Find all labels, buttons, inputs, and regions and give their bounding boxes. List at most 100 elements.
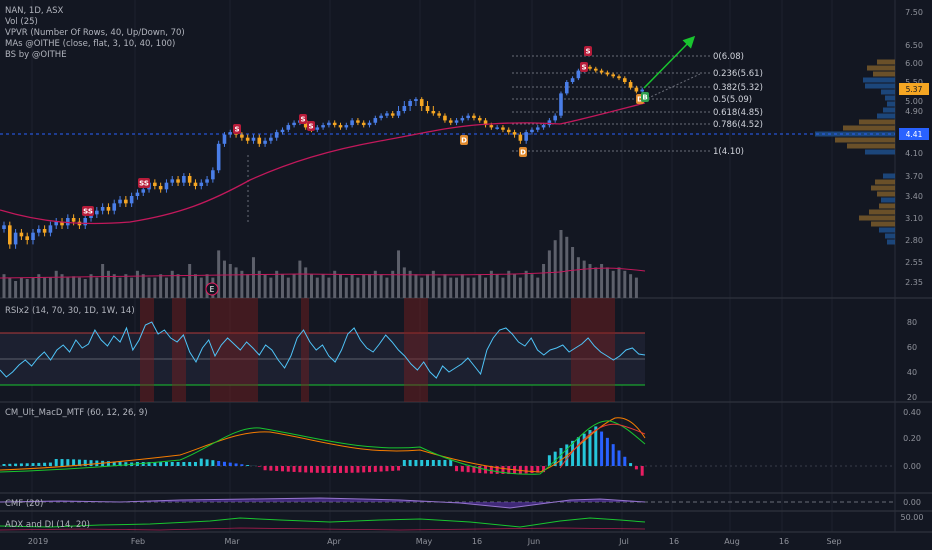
candle-body[interactable]: [141, 189, 146, 193]
candle-body[interactable]: [414, 99, 418, 101]
candle-body[interactable]: [182, 176, 186, 183]
candle-body[interactable]: [240, 134, 244, 138]
candle-body[interactable]: [443, 115, 447, 121]
candle-body[interactable]: [315, 127, 320, 130]
candle-body[interactable]: [617, 76, 621, 79]
candle-body[interactable]: [211, 170, 215, 180]
candle-body[interactable]: [129, 196, 134, 204]
cmf-pane[interactable]: [0, 497, 895, 509]
candle-body[interactable]: [588, 66, 592, 69]
candle-body[interactable]: [506, 129, 511, 133]
candle-body[interactable]: [390, 113, 395, 116]
candle-body[interactable]: [153, 182, 157, 186]
candle-body[interactable]: [228, 132, 233, 135]
candle-body[interactable]: [257, 137, 262, 144]
candle-body[interactable]: [71, 218, 76, 222]
candle-body[interactable]: [292, 122, 296, 126]
candle-body[interactable]: [605, 72, 610, 75]
candle-body[interactable]: [164, 182, 169, 190]
candle-body[interactable]: [54, 221, 59, 226]
candle-body[interactable]: [593, 68, 598, 71]
candle-body[interactable]: [8, 225, 12, 245]
candle-body[interactable]: [344, 125, 349, 128]
candle-body[interactable]: [356, 120, 360, 123]
candle-body[interactable]: [570, 78, 575, 82]
candle-body[interactable]: [199, 182, 204, 186]
chart-area[interactable]: 0(6.08) 0.236(5.61) 0.382(5.32) 0.5(5.09) 0.…: [0, 0, 932, 550]
candle-body[interactable]: [466, 115, 470, 119]
candle-body[interactable]: [216, 143, 221, 171]
candle-body[interactable]: [437, 113, 441, 116]
candle-body[interactable]: [170, 179, 175, 183]
adx-pane[interactable]: [0, 517, 646, 531]
candle-body[interactable]: [251, 137, 256, 141]
candle-body[interactable]: [460, 118, 465, 121]
price-axis[interactable]: 7.506.506.005.505.004.904.103.703.403.10…: [905, 8, 923, 287]
candle-body[interactable]: [83, 218, 88, 226]
candle-body[interactable]: [280, 129, 285, 133]
candle-body[interactable]: [25, 236, 30, 240]
candle-body[interactable]: [472, 115, 476, 119]
candle-body[interactable]: [2, 225, 6, 229]
candle-body[interactable]: [477, 118, 482, 121]
earnings-marker[interactable]: E: [205, 282, 219, 296]
candle-body[interactable]: [106, 207, 111, 211]
candle-body[interactable]: [48, 225, 53, 233]
candle-body[interactable]: [379, 115, 383, 119]
candle-body[interactable]: [286, 125, 291, 130]
candle-body[interactable]: [599, 70, 604, 73]
candle-body[interactable]: [518, 134, 523, 141]
time-axis[interactable]: 2019 Feb Mar Apr May 16 Jun Jul 16 Aug 16 Sep: [28, 537, 842, 546]
candle-body[interactable]: [622, 78, 627, 82]
candle-body[interactable]: [245, 137, 250, 141]
candle-body[interactable]: [402, 106, 407, 111]
candle-body[interactable]: [158, 186, 163, 190]
candle-body[interactable]: [135, 192, 140, 196]
candle-body[interactable]: [222, 134, 227, 144]
candle-body[interactable]: [361, 122, 366, 126]
candle-body[interactable]: [501, 127, 505, 130]
candle-body[interactable]: [31, 232, 35, 240]
candle-body[interactable]: [385, 113, 389, 116]
candle-body[interactable]: [512, 132, 517, 135]
candle-body[interactable]: [338, 125, 343, 128]
candle-body[interactable]: [448, 120, 453, 123]
candle-body[interactable]: [611, 74, 615, 77]
candle-body[interactable]: [321, 125, 325, 128]
candle-body[interactable]: [640, 89, 644, 92]
candle-body[interactable]: [42, 229, 47, 233]
candle-body[interactable]: [547, 120, 552, 126]
candle-body[interactable]: [124, 199, 128, 204]
candle-body[interactable]: [530, 129, 534, 133]
candle-body[interactable]: [408, 101, 412, 106]
candle-body[interactable]: [19, 232, 24, 237]
candle-body[interactable]: [454, 120, 459, 123]
candle-body[interactable]: [193, 182, 198, 186]
candle-body[interactable]: [524, 132, 528, 141]
candle-body[interactable]: [176, 179, 180, 183]
candle-body[interactable]: [553, 115, 557, 121]
candle-body[interactable]: [118, 199, 122, 204]
candle-body[interactable]: [100, 207, 105, 211]
candle-body[interactable]: [95, 210, 99, 215]
candle-body[interactable]: [367, 122, 372, 126]
candle-body[interactable]: [187, 176, 192, 183]
candle-body[interactable]: [431, 111, 436, 114]
candle-body[interactable]: [559, 93, 563, 116]
candle-body[interactable]: [332, 122, 337, 126]
candle-body[interactable]: [628, 82, 633, 88]
candle-body[interactable]: [419, 99, 424, 106]
candle-body[interactable]: [263, 140, 267, 144]
candle-body[interactable]: [634, 87, 639, 92]
candle-body[interactable]: [112, 203, 117, 211]
candle-body[interactable]: [327, 122, 331, 126]
candle-body[interactable]: [269, 137, 273, 141]
candle-body[interactable]: [13, 232, 18, 245]
macd-pane[interactable]: [0, 417, 895, 476]
candle-body[interactable]: [564, 82, 569, 94]
candle-body[interactable]: [274, 132, 279, 138]
candle-body[interactable]: [205, 179, 209, 183]
candle-body[interactable]: [37, 229, 41, 233]
candle-body[interactable]: [489, 125, 494, 128]
candle-body[interactable]: [396, 111, 401, 116]
